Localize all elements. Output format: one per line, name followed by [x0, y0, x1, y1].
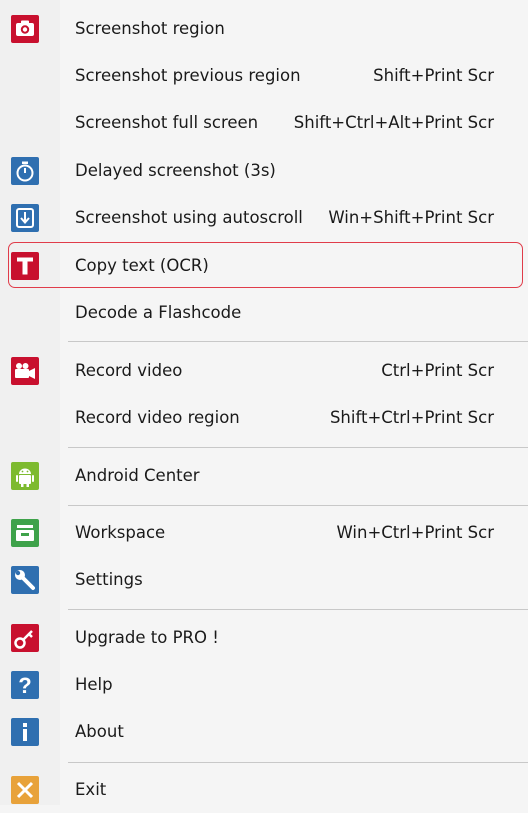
menu-item-label: Decode a Flashcode: [75, 303, 242, 322]
wrench-icon: [11, 565, 39, 594]
key-icon: [11, 623, 39, 652]
menu-separator: [68, 505, 528, 506]
menu-item-record-video[interactable]: Record video Ctrl+Print Scr: [0, 347, 528, 394]
menu-item-screenshot-full-screen[interactable]: Screenshot full screen Shift+Ctrl+Alt+Pr…: [0, 99, 528, 146]
menu-item-help[interactable]: ? Help: [0, 661, 528, 708]
menu-item-shortcut: Shift+Ctrl+Alt+Print Scr: [293, 113, 494, 132]
menu-item-label: About: [75, 722, 124, 741]
menu-item-android-center[interactable]: Android Center: [0, 452, 528, 499]
info-icon: [11, 717, 39, 746]
menu-item-label: Screenshot region: [75, 19, 225, 38]
menu-item-label: Screenshot full screen: [75, 113, 259, 132]
autoscroll-icon: [11, 203, 39, 232]
menu-separator: [68, 762, 528, 763]
menu-item-shortcut: Shift+Ctrl+Print Scr: [329, 408, 494, 427]
menu-item-record-video-region[interactable]: Record video region Shift+Ctrl+Print Scr: [0, 394, 528, 441]
menu-separator: [68, 447, 528, 448]
menu-item-label: Screenshot previous region: [75, 66, 301, 85]
menu-item-shortcut: Win+Ctrl+Print Scr: [336, 523, 494, 542]
menu-item-workspace[interactable]: Workspace Win+Ctrl+Print Scr: [0, 509, 528, 556]
android-icon: [11, 461, 39, 490]
menu-item-decode-flashcode[interactable]: Decode a Flashcode: [0, 289, 528, 336]
menu-item-label: Record video region: [75, 408, 240, 427]
menu-item-settings[interactable]: Settings: [0, 556, 528, 603]
menu-item-screenshot-autoscroll[interactable]: Screenshot using autoscroll Win+Shift+Pr…: [0, 194, 528, 241]
menu-item-shortcut: Shift+Print Scr: [373, 66, 494, 85]
menu-item-label: Upgrade to PRO !: [75, 628, 219, 647]
highlight-outline: [8, 242, 523, 288]
menu-item-label: Help: [75, 675, 113, 694]
menu-item-about[interactable]: About: [0, 708, 528, 755]
camera-icon: [11, 14, 39, 43]
close-icon: [11, 775, 39, 804]
menu-separator: [68, 341, 528, 342]
menu-item-screenshot-region[interactable]: Screenshot region: [0, 5, 528, 52]
video-camera-icon: [11, 356, 39, 385]
menu-item-label: Screenshot using autoscroll: [75, 208, 303, 227]
menu-item-label: Settings: [75, 570, 143, 589]
workspace-icon: [11, 518, 39, 547]
question-icon: ?: [11, 670, 39, 699]
context-menu: Screenshot region Screenshot previous re…: [0, 0, 528, 805]
menu-item-exit[interactable]: Exit: [0, 766, 528, 813]
timer-icon: [11, 156, 39, 185]
menu-item-label: Android Center: [75, 466, 200, 485]
menu-item-shortcut: Ctrl+Print Scr: [381, 361, 494, 380]
svg-text:?: ?: [18, 673, 31, 698]
menu-item-label: Workspace: [75, 523, 166, 542]
menu-item-upgrade-pro[interactable]: Upgrade to PRO !: [0, 614, 528, 661]
menu-item-label: Delayed screenshot (3s): [75, 161, 276, 180]
menu-separator: [68, 609, 528, 610]
menu-item-label: Record video: [75, 361, 183, 380]
menu-item-shortcut: Win+Shift+Print Scr: [328, 208, 494, 227]
menu-item-label: Exit: [75, 780, 107, 799]
menu-item-delayed-screenshot[interactable]: Delayed screenshot (3s): [0, 147, 528, 194]
menu-item-screenshot-previous-region[interactable]: Screenshot previous region Shift+Print S…: [0, 52, 528, 99]
